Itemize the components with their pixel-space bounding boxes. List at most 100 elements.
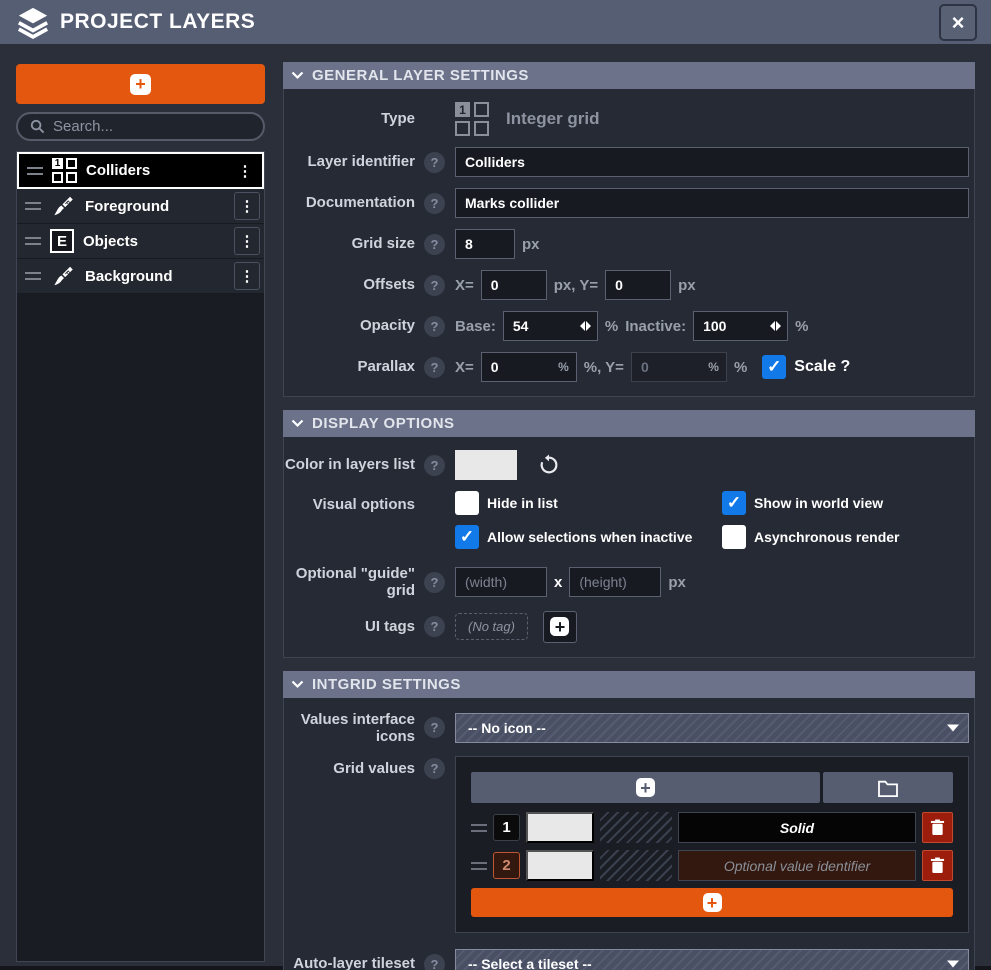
drag-handle-icon[interactable] <box>471 824 487 832</box>
layers-icon <box>16 5 50 39</box>
checkbox-check-icon: ✓ <box>722 525 746 549</box>
guide-width-input[interactable] <box>455 567 547 597</box>
checkbox-allow-selections[interactable]: ✓ Allow selections when inactive <box>455 525 722 549</box>
help-icon[interactable]: ? <box>424 193 445 214</box>
checkbox-show-in-world-view[interactable]: ✓ Show in world view <box>722 491 899 515</box>
layer-menu-button[interactable]: ⋮ <box>234 227 260 255</box>
checkbox-async-render[interactable]: ✓ Asynchronous render <box>722 525 899 549</box>
reset-color-icon[interactable] <box>538 454 560 476</box>
offset-y-input[interactable] <box>605 270 671 300</box>
offsets-label: Offsets <box>284 276 415 293</box>
value-groups-button[interactable] <box>823 772 953 803</box>
add-value-button-top[interactable]: + <box>471 772 820 803</box>
offsets-row: Offsets ? X= px, Y= px <box>284 270 969 300</box>
intgrid-type-icon: 1 <box>455 102 489 136</box>
grid-values-row: Grid values ? + <box>284 756 969 933</box>
help-icon[interactable]: ? <box>424 572 445 593</box>
offset-x-input[interactable] <box>481 270 547 300</box>
layer-color-swatch[interactable] <box>455 450 517 480</box>
section-general-header[interactable]: GENERAL LAYER SETTINGS <box>283 62 975 89</box>
layer-row-objects[interactable]: E Objects ⋮ <box>17 224 264 259</box>
layer-menu-button[interactable]: ⋮ <box>234 192 260 220</box>
drag-handle-icon[interactable] <box>25 237 41 245</box>
layer-name: Foreground <box>85 198 225 215</box>
delete-value-button[interactable] <box>922 812 953 843</box>
opacity-base-unit: % <box>605 318 618 335</box>
layer-row-background[interactable]: F Background ⋮ <box>17 259 264 294</box>
layer-name: Colliders <box>86 162 223 179</box>
values-icons-row: Values interface icons ? -- No icon -- <box>284 711 969 746</box>
section-display: DISPLAY OPTIONS Color in layers list ? V… <box>283 410 975 658</box>
drag-handle-icon[interactable] <box>25 202 41 210</box>
scale-checkbox[interactable]: ✓ Scale ? <box>762 355 850 379</box>
opacity-label: Opacity <box>284 317 415 334</box>
stepper-icon[interactable] <box>770 321 781 331</box>
add-layer-button[interactable]: + <box>16 64 265 104</box>
help-icon[interactable]: ? <box>424 758 445 779</box>
drag-handle-icon[interactable] <box>25 272 41 280</box>
section-intgrid: INTGRID SETTINGS Values interface icons … <box>283 671 975 970</box>
guide-separator: x <box>554 574 562 591</box>
help-icon[interactable]: ? <box>424 616 445 637</box>
value-identifier-input[interactable] <box>678 812 916 843</box>
visual-options-row: Visual options ✓ Hide in list ✓ Show in … <box>284 491 969 549</box>
plus-icon: + <box>636 778 655 797</box>
drag-handle-icon[interactable] <box>27 167 43 175</box>
brush-icon: F <box>50 193 76 219</box>
drag-handle-icon[interactable] <box>471 862 487 870</box>
add-tag-button[interactable]: + <box>543 611 577 643</box>
intgrid-layer-icon: 1 <box>52 158 77 183</box>
auto-tileset-select[interactable]: -- Select a tileset -- <box>455 949 969 970</box>
help-icon[interactable]: ? <box>424 717 445 738</box>
layer-menu-button[interactable]: ⋮ <box>232 157 258 185</box>
checkbox-label: Show in world view <box>754 495 883 511</box>
stepper-icon[interactable] <box>580 321 591 331</box>
help-icon[interactable]: ? <box>424 316 445 337</box>
layer-identifier-input[interactable] <box>455 147 969 177</box>
chevron-down-icon <box>947 961 959 968</box>
section-display-header[interactable]: DISPLAY OPTIONS <box>283 410 975 437</box>
values-icons-select[interactable]: -- No icon -- <box>455 713 969 743</box>
documentation-input[interactable] <box>455 188 969 218</box>
add-value-button-bottom[interactable]: + <box>471 888 953 917</box>
plus-icon: + <box>130 74 151 95</box>
help-icon[interactable]: ? <box>424 357 445 378</box>
delete-value-button[interactable] <box>922 850 953 881</box>
parallax-mid: %, Y= <box>584 359 624 376</box>
grid-size-input[interactable] <box>455 229 515 259</box>
type-row: Type 1 Integer grid <box>284 102 969 136</box>
search-box[interactable] <box>16 112 265 141</box>
trash-icon <box>930 857 945 874</box>
guide-height-input[interactable] <box>569 567 661 597</box>
documentation-label: Documentation <box>284 194 415 211</box>
opacity-inactive-prefix: Inactive: <box>625 318 686 335</box>
section-intgrid-header[interactable]: INTGRID SETTINGS <box>283 671 975 698</box>
help-icon[interactable]: ? <box>424 455 445 476</box>
layer-row-foreground[interactable]: F Foreground ⋮ <box>17 189 264 224</box>
chevron-down-icon <box>291 71 304 80</box>
chevron-down-icon <box>291 419 304 428</box>
value-color-swatch[interactable] <box>526 850 594 881</box>
checkbox-check-icon: ✓ <box>762 355 786 379</box>
parallax-suffix: % <box>734 359 747 376</box>
help-icon[interactable]: ? <box>424 275 445 296</box>
ui-tags-row: UI tags ? (No tag) + <box>284 611 969 643</box>
value-identifier-input[interactable] <box>678 850 916 881</box>
value-color-swatch[interactable] <box>526 812 594 843</box>
close-button[interactable]: × <box>939 4 977 41</box>
checkbox-label: Hide in list <box>487 495 558 511</box>
search-input[interactable] <box>53 118 223 135</box>
trash-icon <box>930 819 945 836</box>
opacity-inactive-unit: % <box>795 318 808 335</box>
values-icons-label: Values interface icons <box>284 711 415 746</box>
entity-layer-icon: E <box>50 229 74 253</box>
offset-mid: px, Y= <box>554 277 598 294</box>
section-title: DISPLAY OPTIONS <box>312 415 455 432</box>
help-icon[interactable]: ? <box>424 954 445 970</box>
checkbox-hide-in-list[interactable]: ✓ Hide in list <box>455 491 722 515</box>
layer-row-colliders[interactable]: 1 Colliders ⋮ <box>17 152 264 189</box>
help-icon[interactable]: ? <box>424 234 445 255</box>
folder-icon <box>877 779 899 797</box>
layer-menu-button[interactable]: ⋮ <box>234 262 260 290</box>
help-icon[interactable]: ? <box>424 152 445 173</box>
